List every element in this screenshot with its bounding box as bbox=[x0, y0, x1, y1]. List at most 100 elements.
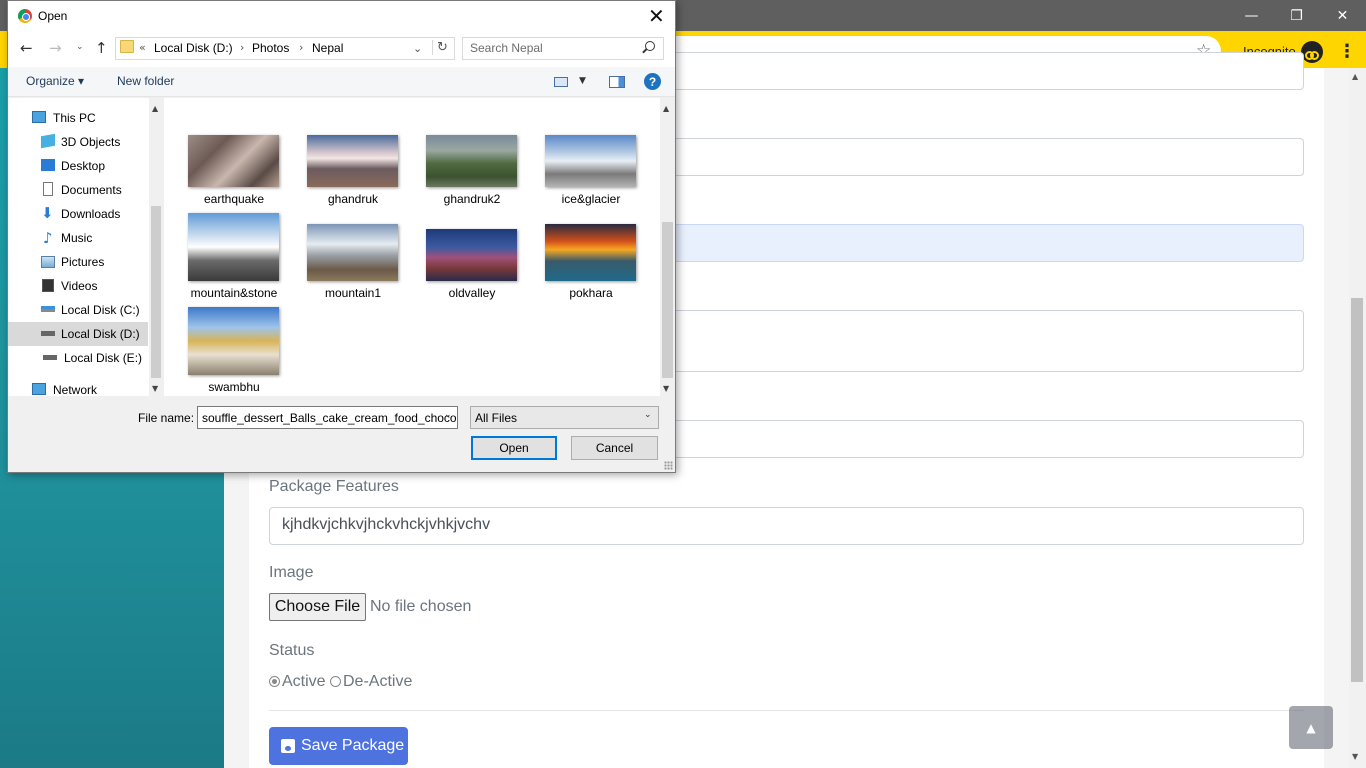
preview-pane-icon[interactable] bbox=[609, 76, 625, 88]
minimize-icon[interactable]: — bbox=[1229, 0, 1274, 31]
computer-icon bbox=[32, 111, 46, 123]
files-pane-scrollbar-thumb[interactable] bbox=[662, 222, 673, 378]
resize-grip-icon[interactable] bbox=[664, 461, 673, 470]
package-features-input[interactable]: kjhdkvjchkvjhckvhckjvhkjvchv bbox=[269, 507, 1304, 545]
choose-file-button[interactable]: Choose File bbox=[269, 593, 366, 621]
files-scroll-up-icon[interactable]: ▲ bbox=[663, 104, 669, 113]
organize-button[interactable]: Organize ▾ bbox=[26, 74, 84, 88]
new-folder-button[interactable]: New folder bbox=[117, 74, 174, 88]
file-label-ghandruk[interactable]: ghandruk bbox=[298, 192, 408, 206]
folder-icon bbox=[120, 40, 134, 53]
chrome-icon bbox=[18, 9, 32, 23]
nav-pane-scrollbar-thumb[interactable] bbox=[151, 206, 161, 378]
nav-item-desktop[interactable]: Desktop bbox=[61, 159, 105, 173]
file-label-ghandruk2[interactable]: ghandruk2 bbox=[417, 192, 527, 206]
cube-icon bbox=[41, 133, 55, 149]
dialog-titlebar bbox=[8, 1, 675, 32]
nav-item-local-disk-c[interactable]: Local Disk (C:) bbox=[61, 303, 140, 317]
file-label-mountain-stone[interactable]: mountain&stone bbox=[179, 286, 289, 300]
document-icon bbox=[43, 182, 53, 196]
up-arrow-icon[interactable]: ↑ bbox=[95, 39, 108, 57]
forward-arrow-icon[interactable]: → bbox=[49, 39, 62, 57]
file-label-mountain1[interactable]: mountain1 bbox=[298, 286, 408, 300]
nav-item-downloads[interactable]: Downloads bbox=[61, 207, 120, 221]
cancel-button[interactable]: Cancel bbox=[571, 436, 658, 460]
status-deactive-label: De-Active bbox=[343, 673, 413, 690]
nav-scroll-up-icon[interactable]: ▲ bbox=[152, 104, 158, 113]
thumbnail-ghandruk[interactable] bbox=[307, 135, 398, 187]
file-label-pokhara[interactable]: pokhara bbox=[536, 286, 646, 300]
status-active-label: Active bbox=[282, 673, 326, 690]
thumbnail-earthquake[interactable] bbox=[188, 135, 279, 187]
nav-item-music[interactable]: Music bbox=[61, 231, 92, 245]
view-options-dropdown-icon[interactable]: ▼ bbox=[579, 76, 586, 86]
file-name-dropdown-icon[interactable]: ⌄ bbox=[444, 410, 452, 420]
save-disk-icon bbox=[281, 739, 295, 753]
nav-item-pictures[interactable]: Pictures bbox=[61, 255, 104, 269]
scroll-to-top-button[interactable]: ▲ bbox=[1289, 706, 1333, 749]
file-type-dropdown-icon[interactable]: ⌄ bbox=[644, 410, 652, 420]
open-button[interactable]: Open bbox=[471, 436, 557, 460]
drive-icon bbox=[43, 355, 57, 360]
file-label-ice-glacier[interactable]: ice&glacier bbox=[536, 192, 646, 206]
thumbnail-ice-glacier[interactable] bbox=[545, 135, 636, 187]
download-icon: ⬇ bbox=[41, 204, 54, 222]
network-icon bbox=[32, 383, 46, 395]
open-file-dialog: Open ✕ ← → ⌄ ↑ « Local Disk (D:) › Photo… bbox=[7, 0, 676, 473]
form-divider bbox=[269, 710, 1304, 711]
music-icon: ♪ bbox=[43, 229, 53, 247]
breadcrumb-nepal[interactable]: Nepal bbox=[312, 41, 343, 55]
page-scroll-down-icon[interactable]: ▼ bbox=[1352, 752, 1358, 761]
drive-icon bbox=[41, 331, 55, 336]
status-label: Status bbox=[269, 642, 315, 659]
page-scrollbar-thumb[interactable] bbox=[1351, 298, 1363, 682]
thumbnail-oldvalley[interactable] bbox=[426, 229, 517, 281]
incognito-icon[interactable] bbox=[1301, 41, 1323, 63]
nav-item-this-pc[interactable]: This PC bbox=[53, 111, 96, 125]
search-icon[interactable] bbox=[645, 41, 655, 51]
desktop-icon bbox=[41, 159, 55, 171]
thumbnail-mountain-stone[interactable] bbox=[188, 213, 279, 281]
nav-item-local-disk-e[interactable]: Local Disk (E:) bbox=[64, 351, 142, 365]
file-type-select[interactable]: All Files bbox=[470, 406, 659, 429]
refresh-icon[interactable]: ↻ bbox=[432, 40, 448, 55]
page-scroll-up-icon[interactable]: ▲ bbox=[1352, 72, 1358, 81]
status-deactive-radio[interactable] bbox=[330, 676, 341, 687]
search-placeholder: Search Nepal bbox=[470, 41, 543, 55]
nav-item-3d-objects[interactable]: 3D Objects bbox=[61, 135, 120, 149]
nav-item-documents[interactable]: Documents bbox=[61, 183, 122, 197]
status-active-radio[interactable] bbox=[269, 676, 280, 687]
close-icon[interactable]: ✕ bbox=[1320, 0, 1365, 31]
recent-locations-icon[interactable]: ⌄ bbox=[76, 42, 84, 52]
restore-icon[interactable]: ❐ bbox=[1274, 0, 1319, 31]
pictures-icon bbox=[41, 256, 55, 268]
file-label-earthquake[interactable]: earthquake bbox=[179, 192, 289, 206]
thumbnail-pokhara[interactable] bbox=[545, 224, 636, 281]
thumbnail-ghandruk2[interactable] bbox=[426, 135, 517, 187]
thumbnail-swambhu[interactable] bbox=[188, 307, 279, 375]
help-icon[interactable]: ? bbox=[644, 73, 661, 90]
breadcrumb-local-disk-d[interactable]: Local Disk (D:) bbox=[154, 41, 233, 55]
thumbnail-mountain1[interactable] bbox=[307, 224, 398, 281]
file-name-input[interactable]: souffle_dessert_Balls_cake_cream_food_ch… bbox=[197, 406, 458, 429]
change-view-icon[interactable] bbox=[554, 77, 568, 87]
dialog-close-icon[interactable]: ✕ bbox=[648, 4, 665, 28]
breadcrumb-overflow-icon[interactable]: « bbox=[139, 41, 146, 54]
no-file-chosen-text: No file chosen bbox=[370, 598, 472, 615]
nav-scroll-down-icon[interactable]: ▼ bbox=[152, 384, 158, 393]
dialog-title: Open bbox=[38, 9, 68, 23]
file-label-swambhu[interactable]: swambhu bbox=[179, 380, 289, 394]
address-dropdown-icon[interactable]: ⌄ bbox=[413, 42, 422, 55]
save-package-button[interactable]: Save Package bbox=[269, 727, 408, 765]
back-arrow-icon[interactable]: ← bbox=[20, 39, 33, 57]
drive-icon bbox=[41, 306, 55, 312]
nav-item-videos[interactable]: Videos bbox=[61, 279, 97, 293]
chevron-right-icon: › bbox=[299, 41, 304, 54]
nav-item-local-disk-d[interactable]: Local Disk (D:) bbox=[61, 327, 140, 341]
nav-item-network[interactable]: Network bbox=[53, 383, 97, 397]
file-label-oldvalley[interactable]: oldvalley bbox=[417, 286, 527, 300]
image-label: Image bbox=[269, 564, 314, 581]
menu-kebab-icon[interactable]: ⋮ bbox=[1338, 41, 1356, 62]
files-scroll-down-icon[interactable]: ▼ bbox=[663, 384, 669, 393]
breadcrumb-photos[interactable]: Photos bbox=[252, 41, 289, 55]
